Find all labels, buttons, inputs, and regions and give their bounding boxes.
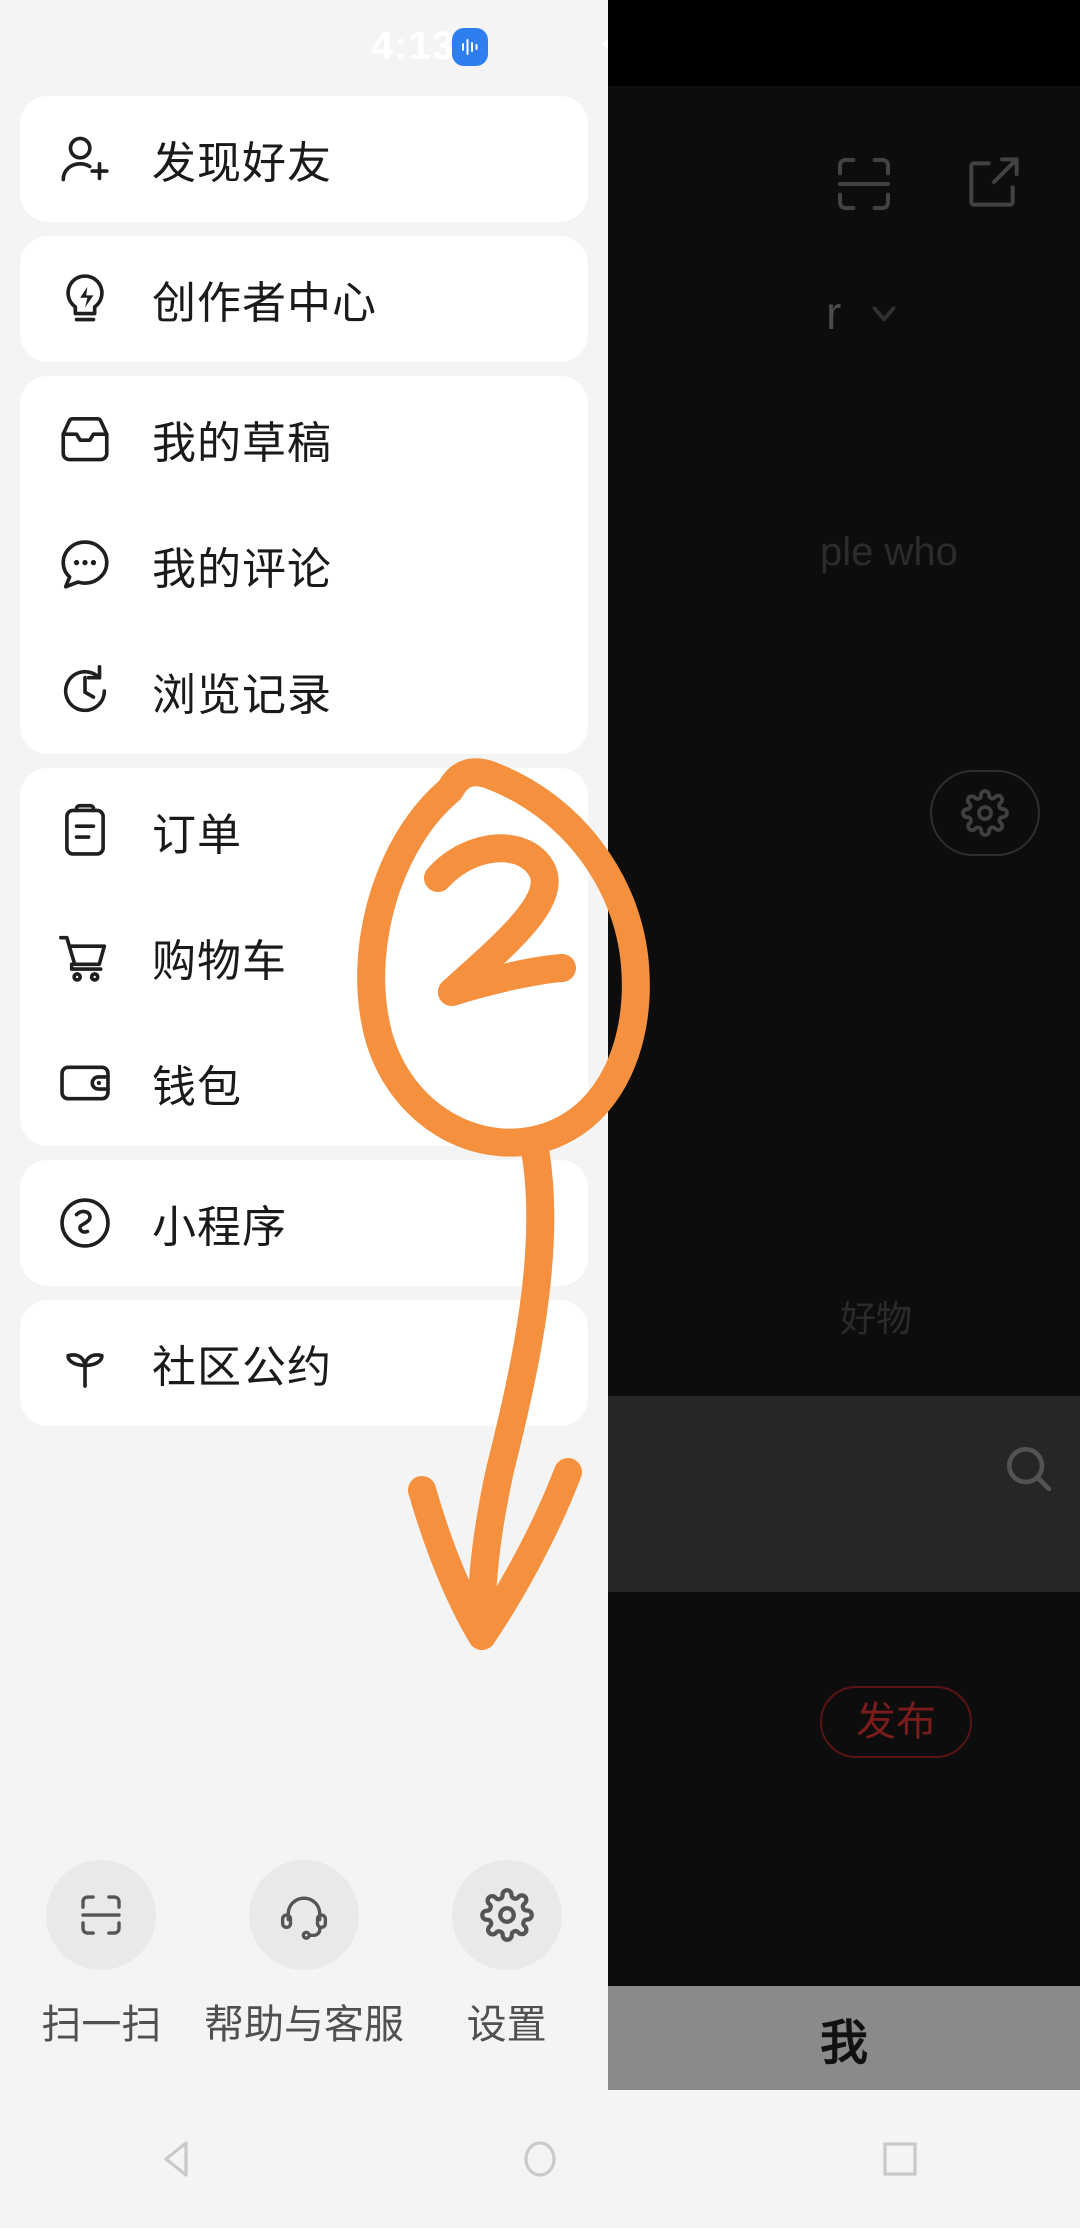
- headset-icon: [248, 1860, 359, 1970]
- action-label: 设置: [466, 2003, 547, 2047]
- background-publish-row: 发布: [608, 1670, 1080, 1790]
- back-triangle-icon[interactable]: [120, 2114, 240, 2204]
- recents-square-icon[interactable]: [840, 2114, 960, 2204]
- menu-item-creator-center[interactable]: 创作者中心: [20, 236, 588, 362]
- drawer-menu: 发现好友 创作者中心 我的草稿 我的评论 浏览记录 订单 购物车 钱包 小程序 …: [0, 96, 608, 1440]
- menu-item-wallet[interactable]: 钱包: [20, 1020, 588, 1146]
- shopping-cart-icon: [56, 928, 114, 986]
- background-settings-pill[interactable]: [930, 770, 1040, 856]
- lightbulb-bolt-icon: [56, 270, 114, 328]
- clipboard-order-icon: [56, 802, 114, 860]
- menu-item-discover-friends[interactable]: 发现好友: [20, 96, 588, 222]
- menu-card: 我的草稿 我的评论 浏览记录: [20, 376, 588, 754]
- statusbar-icons: 5G 4G: [600, 26, 608, 62]
- menu-card: 发现好友: [20, 96, 588, 222]
- menu-item-label: 订单: [152, 811, 242, 860]
- chevron-down-icon[interactable]: [865, 294, 903, 332]
- action-label: 帮助与客服: [203, 2003, 404, 2047]
- action-label: 扫一扫: [41, 2003, 162, 2047]
- background-goods-label: 好物: [840, 1298, 913, 1339]
- status-clock: 4:13: [371, 24, 456, 68]
- gear-icon: [451, 1860, 562, 1970]
- background-profile-name: r: [826, 287, 842, 339]
- eye-care-icon: [600, 26, 608, 62]
- menu-item-label: 钱包: [152, 1063, 242, 1112]
- tab-me[interactable]: 我: [820, 2003, 868, 2073]
- action-settings[interactable]: 设置: [417, 1860, 597, 2050]
- wallet-icon: [56, 1054, 114, 1112]
- menu-item-label: 购物车: [152, 937, 287, 986]
- qr-scan-icon: [46, 1860, 157, 1970]
- audio-wave-icon: [452, 28, 488, 66]
- menu-item-label: 我的草稿: [152, 419, 332, 468]
- menu-item-label: 浏览记录: [152, 671, 332, 720]
- inbox-tray-icon: [56, 410, 114, 468]
- action-help-support[interactable]: 帮助与客服: [204, 1860, 404, 2050]
- menu-card: 订单 购物车 钱包: [20, 768, 588, 1146]
- sprout-icon: [56, 1334, 114, 1392]
- menu-card: 创作者中心: [20, 236, 588, 362]
- side-drawer: 4:13 发现好友 创作者中心 我的草稿 我的评论 浏览记录 订单 购物车 钱包…: [0, 0, 608, 2090]
- gear-icon: [961, 789, 1009, 837]
- publish-button[interactable]: 发布: [820, 1686, 972, 1758]
- menu-item-community-guidelines[interactable]: 社区公约: [20, 1300, 588, 1426]
- menu-item-label: 发现好友: [152, 139, 332, 188]
- menu-item-browsing-history[interactable]: 浏览记录: [20, 628, 588, 754]
- background-profile-name-row: r: [826, 290, 903, 336]
- home-circle-icon[interactable]: [480, 2114, 600, 2204]
- menu-card: 小程序: [20, 1160, 588, 1286]
- background-bottom-nav: 我: [608, 1986, 1080, 2090]
- person-add-icon: [56, 130, 114, 188]
- action-scan[interactable]: 扫一扫: [11, 1860, 191, 2050]
- menu-item-my-comments[interactable]: 我的评论: [20, 502, 588, 628]
- search-icon[interactable]: [1000, 1440, 1056, 1496]
- qr-scan-icon[interactable]: [832, 152, 896, 216]
- menu-item-my-drafts[interactable]: 我的草稿: [20, 376, 588, 502]
- menu-item-shopping-cart[interactable]: 购物车: [20, 894, 588, 1020]
- statusbar: 4:13: [0, 0, 608, 86]
- menu-card: 社区公约: [20, 1300, 588, 1426]
- history-clock-icon: [56, 662, 114, 720]
- share-external-icon[interactable]: [962, 150, 1026, 214]
- menu-item-label: 我的评论: [152, 545, 332, 594]
- android-navigation-bar: [0, 2090, 1080, 2228]
- menu-item-label: 创作者中心: [152, 279, 377, 328]
- drawer-action-bar: 扫一扫 帮助与客服 设置: [0, 1848, 608, 2090]
- menu-item-mini-program[interactable]: 小程序: [20, 1160, 588, 1286]
- background-profile-bio: ple who: [820, 530, 958, 574]
- menu-item-orders[interactable]: 订单: [20, 768, 588, 894]
- mini-program-icon: [56, 1194, 114, 1252]
- comment-bubble-icon: [56, 536, 114, 594]
- menu-item-label: 社区公约: [152, 1343, 332, 1392]
- menu-item-label: 小程序: [152, 1203, 287, 1252]
